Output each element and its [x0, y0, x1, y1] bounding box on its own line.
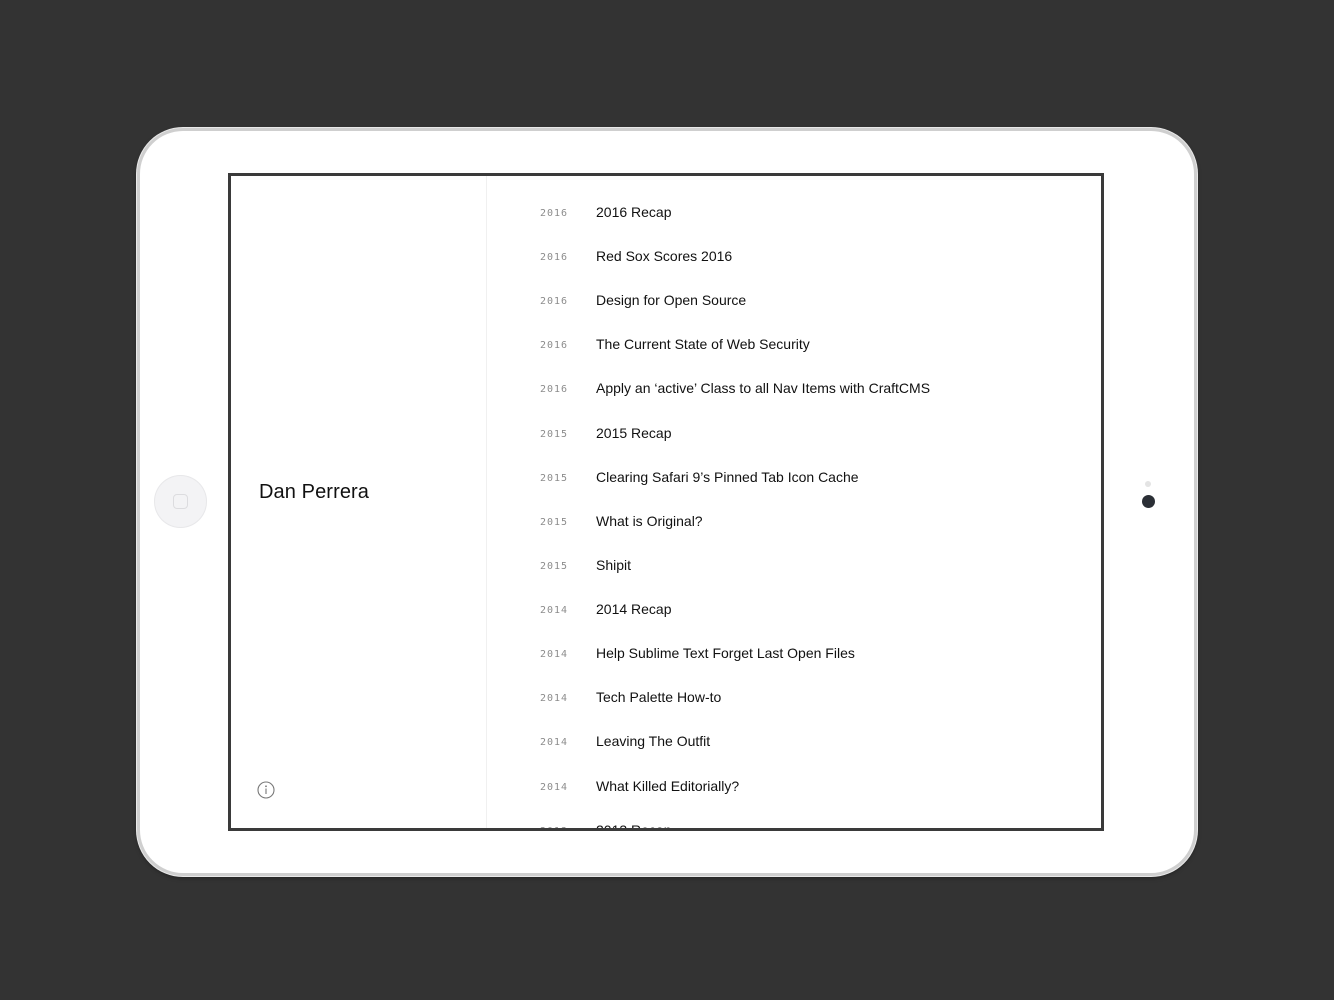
camera-icon [1142, 495, 1155, 508]
sidebar: Dan Perrera [231, 176, 487, 828]
post-item[interactable]: 2016 The Current State of Web Security [487, 334, 1087, 358]
site-name[interactable]: Dan Perrera [259, 481, 369, 504]
post-year: 2014 [540, 649, 569, 660]
post-title[interactable]: The Current State of Web Security [596, 336, 810, 352]
post-year: 2016 [540, 252, 569, 263]
post-item[interactable]: 2014 What Killed Editorially? [487, 776, 1087, 800]
post-item[interactable]: 2014 Leaving The Outfit [487, 731, 1087, 755]
post-item[interactable]: 2015 Shipit [487, 555, 1087, 579]
post-year: 2016 [540, 340, 569, 351]
post-title[interactable]: What Killed Editorially? [596, 778, 739, 794]
post-year: 2016 [540, 208, 569, 219]
post-year: 2014 [540, 693, 569, 704]
post-item[interactable]: 2016 Design for Open Source [487, 290, 1087, 314]
post-year: 2013 [540, 826, 568, 828]
post-title[interactable]: What is Original? [596, 513, 703, 529]
post-title[interactable]: Apply an ‘active’ Class to all Nav Items… [596, 380, 930, 396]
post-item[interactable]: 2014 2014 Recap [487, 599, 1087, 623]
post-title[interactable]: 2016 Recap [596, 204, 672, 220]
post-item[interactable]: 2016 2016 Recap [487, 202, 1087, 226]
home-button-icon [173, 494, 188, 509]
post-year: 2014 [540, 737, 569, 748]
post-item[interactable]: 2016 Apply an ‘active’ Class to all Nav … [487, 378, 1087, 402]
light-sensor [1145, 481, 1151, 487]
home-button[interactable] [154, 475, 207, 528]
post-year: 2015 [540, 473, 569, 484]
post-item[interactable]: 2015 Clearing Safari 9’s Pinned Tab Icon… [487, 467, 1087, 491]
post-title[interactable]: Tech Palette How-to [596, 689, 721, 705]
post-title[interactable]: Help Sublime Text Forget Last Open Files [596, 645, 855, 661]
post-year: 2015 [540, 429, 569, 440]
post-item[interactable]: 2013 2013 Recap [487, 820, 1087, 828]
post-title[interactable]: Clearing Safari 9’s Pinned Tab Icon Cach… [596, 469, 859, 485]
post-year: 2016 [540, 384, 569, 395]
post-year: 2015 [540, 561, 569, 572]
post-year: 2014 [540, 782, 569, 793]
screen: Dan Perrera 2016 2016 Recap 2016 Red Sox… [228, 173, 1104, 831]
post-title[interactable]: Design for Open Source [596, 292, 746, 308]
info-icon[interactable] [257, 781, 275, 799]
post-title[interactable]: Shipit [596, 557, 631, 573]
post-title[interactable]: 2014 Recap [596, 601, 672, 617]
post-item[interactable]: 2016 Red Sox Scores 2016 [487, 246, 1087, 270]
post-title[interactable]: Leaving The Outfit [596, 733, 710, 749]
post-year: 2015 [540, 517, 569, 528]
post-year: 2014 [540, 605, 569, 616]
post-title[interactable]: 2013 Recap [596, 822, 672, 828]
post-title[interactable]: 2015 Recap [596, 425, 672, 441]
post-item[interactable]: 2015 What is Original? [487, 511, 1087, 535]
post-item[interactable]: 2014 Tech Palette How-to [487, 687, 1087, 711]
post-item[interactable]: 2015 2015 Recap [487, 423, 1087, 447]
post-year: 2016 [540, 296, 569, 307]
post-title[interactable]: Red Sox Scores 2016 [596, 248, 732, 264]
post-list: 2016 2016 Recap 2016 Red Sox Scores 2016… [487, 176, 1101, 828]
post-item[interactable]: 2014 Help Sublime Text Forget Last Open … [487, 643, 1087, 667]
